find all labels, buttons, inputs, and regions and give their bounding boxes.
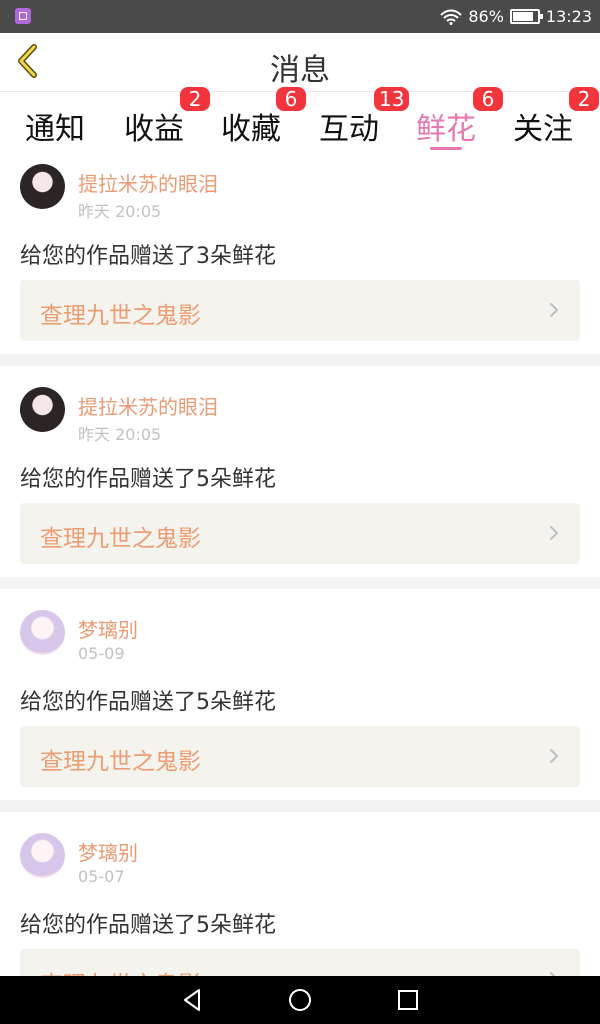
card-separator — [0, 354, 600, 366]
active-tab-indicator — [430, 147, 462, 150]
battery-icon — [509, 9, 543, 24]
status-bar: 86% 13:23 — [0, 0, 600, 33]
message-text: 给您的作品赠送了5朵鲜花 — [20, 690, 276, 715]
tab-flowers[interactable]: 鲜花 6 — [401, 87, 503, 154]
home-circle-icon[interactable] — [285, 986, 315, 1014]
tab-bar: 通知 收益 2 收藏 6 互动 13 鲜花 6 关注 2 — [0, 87, 600, 154]
message-text: 给您的作品赠送了3朵鲜花 — [20, 244, 276, 269]
card-separator — [0, 577, 600, 589]
work-title: 查理九世之鬼影 — [40, 526, 201, 552]
recents-square-icon[interactable] — [393, 986, 423, 1014]
avatar[interactable] — [20, 387, 65, 432]
battery-percent: 86% — [468, 7, 504, 26]
clock: 13:23 — [545, 7, 592, 26]
work-link-button[interactable]: 查理九世之鬼影 — [20, 726, 580, 787]
message-text: 给您的作品赠送了5朵鲜花 — [20, 913, 276, 938]
back-triangle-icon[interactable] — [177, 986, 207, 1014]
message-card: 梦璃别 05-09 给您的作品赠送了5朵鲜花 查理九世之鬼影 — [0, 600, 600, 800]
unread-badge: 6 — [276, 87, 306, 111]
work-link-button[interactable]: 查理九世之鬼影 — [20, 280, 580, 341]
wifi-icon — [440, 9, 463, 25]
work-link-button[interactable]: 查理九世之鬼影 — [20, 949, 580, 976]
tab-label: 通知 — [25, 112, 85, 147]
screen: 86% 13:23 消息 通知 收益 2 收藏 6 互动 13 鲜花 6 关注 … — [0, 0, 600, 1024]
message-time: 05-09 — [78, 644, 125, 663]
message-card: 提拉米苏的眼泪 昨天 20:05 给您的作品赠送了5朵鲜花 查理九世之鬼影 — [0, 377, 600, 577]
avatar[interactable] — [20, 164, 65, 209]
sender-name[interactable]: 梦璃别 — [78, 614, 138, 643]
message-text: 给您的作品赠送了5朵鲜花 — [20, 467, 276, 492]
chevron-right-icon — [550, 526, 558, 540]
chevron-right-icon — [550, 303, 558, 317]
chevron-right-icon — [550, 749, 558, 763]
sender-name[interactable]: 梦璃别 — [78, 837, 138, 866]
work-title: 查理九世之鬼影 — [40, 965, 201, 976]
message-time: 昨天 20:05 — [78, 202, 162, 221]
work-title: 查理九世之鬼影 — [40, 749, 201, 775]
page-title: 消息 — [270, 53, 330, 88]
work-title: 查理九世之鬼影 — [40, 303, 201, 329]
message-card: 梦璃别 05-07 给您的作品赠送了5朵鲜花 查理九世之鬼影 — [0, 823, 600, 976]
avatar[interactable] — [20, 610, 65, 655]
tab-notifications[interactable]: 通知 — [10, 92, 100, 154]
unread-badge: 2 — [569, 87, 599, 111]
tab-interactions[interactable]: 互动 13 — [304, 87, 410, 154]
tab-favorites[interactable]: 收藏 6 — [206, 87, 306, 154]
sender-name[interactable]: 提拉米苏的眼泪 — [78, 391, 218, 420]
message-card: 提拉米苏的眼泪 昨天 20:05 给您的作品赠送了3朵鲜花 查理九世之鬼影 — [0, 154, 600, 354]
tab-earnings[interactable]: 收益 2 — [109, 87, 210, 154]
work-link-button[interactable]: 查理九世之鬼影 — [20, 503, 580, 564]
status-right: 86% 13:23 — [440, 0, 592, 33]
message-time: 05-07 — [78, 867, 125, 886]
message-list[interactable]: 提拉米苏的眼泪 昨天 20:05 给您的作品赠送了3朵鲜花 查理九世之鬼影 提拉… — [0, 154, 600, 976]
avatar[interactable] — [20, 833, 65, 878]
sender-name[interactable]: 提拉米苏的眼泪 — [78, 168, 218, 197]
message-time: 昨天 20:05 — [78, 425, 162, 444]
tab-following[interactable]: 关注 2 — [498, 87, 599, 154]
header: 消息 — [0, 33, 600, 91]
navigation-bar — [0, 976, 600, 1024]
gallery-icon — [15, 8, 31, 24]
card-separator — [0, 800, 600, 812]
